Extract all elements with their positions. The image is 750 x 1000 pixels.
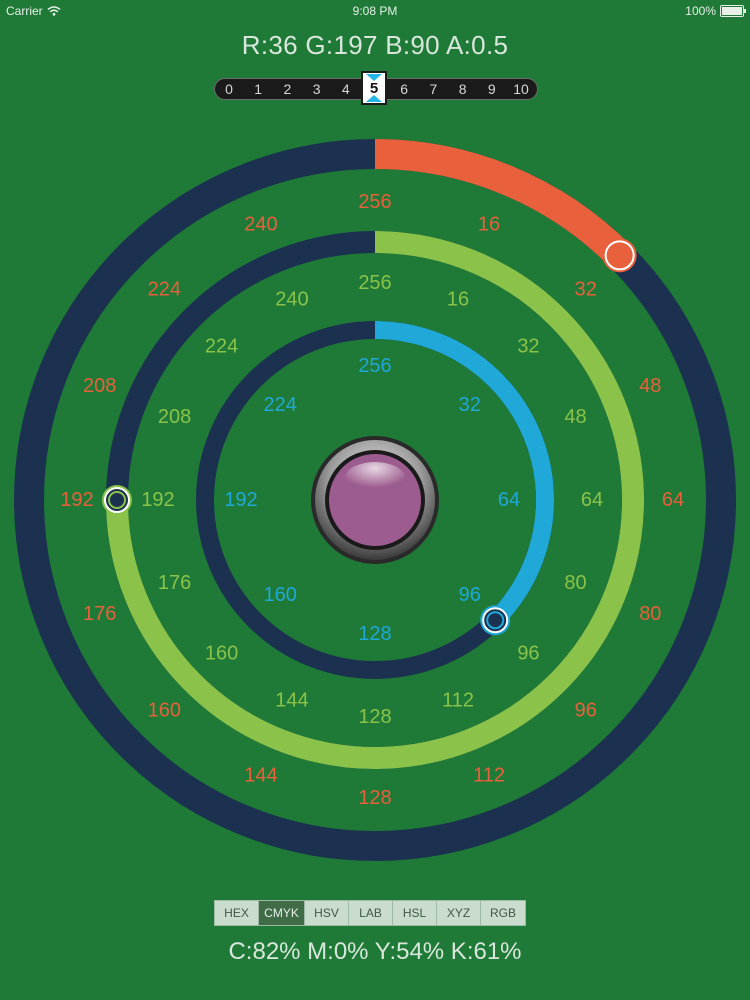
scale-tick-2[interactable]: 2 bbox=[275, 79, 299, 99]
red-ring-label: 48 bbox=[639, 375, 661, 397]
red-ring-label: 176 bbox=[83, 603, 116, 625]
status-right: 100% bbox=[685, 4, 746, 18]
green-ring-label: 208 bbox=[158, 406, 191, 428]
blue-ring-label: 32 bbox=[459, 394, 481, 416]
green-ring-label: 96 bbox=[517, 642, 539, 664]
scale-tick-8[interactable]: 8 bbox=[451, 79, 475, 99]
red-ring-label: 208 bbox=[83, 375, 116, 397]
red-ring-label: 96 bbox=[575, 700, 597, 722]
tab-hsv[interactable]: HSV bbox=[305, 901, 349, 925]
red-ring-label: 192 bbox=[60, 489, 93, 511]
red-ring-label: 32 bbox=[575, 278, 597, 300]
green-ring-label: 256 bbox=[358, 272, 391, 294]
green-ring-knob-core bbox=[108, 491, 126, 509]
tab-cmyk[interactable]: CMYK bbox=[259, 901, 305, 925]
green-ring-label: 16 bbox=[447, 289, 469, 311]
blue-ring-label: 64 bbox=[498, 489, 520, 511]
preview-gloss bbox=[345, 462, 405, 494]
scale-tick-10[interactable]: 10 bbox=[509, 79, 533, 99]
green-ring-label: 112 bbox=[442, 689, 474, 711]
green-ring-label: 144 bbox=[275, 689, 308, 711]
tab-rgb[interactable]: RGB bbox=[481, 901, 525, 925]
blue-ring-label: 160 bbox=[264, 584, 297, 606]
color-dial[interactable]: 256 16 32 48 64 80 96 112 128 144 160 176 192 208 224 2… bbox=[0, 110, 750, 870]
red-ring-label: 16 bbox=[478, 214, 500, 236]
red-ring-label: 64 bbox=[662, 489, 684, 511]
scale-slider-handle[interactable]: 5 bbox=[361, 71, 387, 105]
green-ring-label: 64 bbox=[581, 489, 603, 511]
green-ring-label: 32 bbox=[517, 336, 539, 358]
blue-ring-label: 96 bbox=[459, 584, 481, 606]
red-ring-label: 80 bbox=[639, 603, 661, 625]
red-ring-label: 128 bbox=[358, 787, 391, 809]
green-ring-label: 128 bbox=[358, 706, 391, 728]
converted-color-readout: C:82% M:0% Y:54% K:61% bbox=[228, 938, 522, 965]
tab-lab[interactable]: LAB bbox=[349, 901, 393, 925]
scale-tick-0[interactable]: 0 bbox=[217, 79, 241, 99]
blue-ring-label: 224 bbox=[264, 394, 297, 416]
blue-ring-knob-core bbox=[486, 611, 505, 630]
scale-tick-7[interactable]: 7 bbox=[421, 79, 445, 99]
red-ring-label: 160 bbox=[148, 700, 181, 722]
status-bar: Carrier 9:08 PM 100% bbox=[0, 0, 750, 22]
green-ring-label: 160 bbox=[205, 642, 238, 664]
scale-tick-6[interactable]: 6 bbox=[392, 79, 416, 99]
scale-tick-4[interactable]: 4 bbox=[334, 79, 358, 99]
blue-ring-label: 256 bbox=[358, 355, 391, 377]
handle-down-arrow-icon bbox=[366, 95, 382, 102]
scale-tick-3[interactable]: 3 bbox=[305, 79, 329, 99]
battery-percent: 100% bbox=[685, 4, 716, 18]
green-ring-label: 176 bbox=[158, 572, 191, 594]
tab-hex[interactable]: HEX bbox=[215, 901, 259, 925]
red-ring-label: 240 bbox=[244, 214, 277, 236]
blue-ring-label: 192 bbox=[224, 489, 257, 511]
red-ring-label: 256 bbox=[358, 191, 391, 213]
red-ring-label: 112 bbox=[473, 764, 505, 786]
red-ring-knob[interactable] bbox=[604, 240, 635, 271]
blue-ring-label: 128 bbox=[358, 623, 391, 645]
status-time: 9:08 PM bbox=[352, 4, 398, 18]
green-ring-label: 80 bbox=[564, 572, 586, 594]
green-ring-label: 192 bbox=[141, 489, 174, 511]
scale-tick-9[interactable]: 9 bbox=[480, 79, 504, 99]
tab-xyz[interactable]: XYZ bbox=[437, 901, 481, 925]
rgba-readout: R:36 G:197 B:90 A:0.5 bbox=[241, 30, 509, 60]
tab-hsl[interactable]: HSL bbox=[393, 901, 437, 925]
green-ring-label: 224 bbox=[205, 336, 238, 358]
green-ring-label: 48 bbox=[564, 406, 586, 428]
red-ring-label: 144 bbox=[244, 764, 277, 786]
red-ring-label: 224 bbox=[148, 278, 181, 300]
battery-icon bbox=[720, 5, 746, 17]
format-tab-bar: HEX CMYK HSV LAB HSL XYZ RGB bbox=[214, 900, 526, 926]
scale-tick-1[interactable]: 1 bbox=[246, 79, 270, 99]
green-ring-label: 240 bbox=[275, 289, 308, 311]
